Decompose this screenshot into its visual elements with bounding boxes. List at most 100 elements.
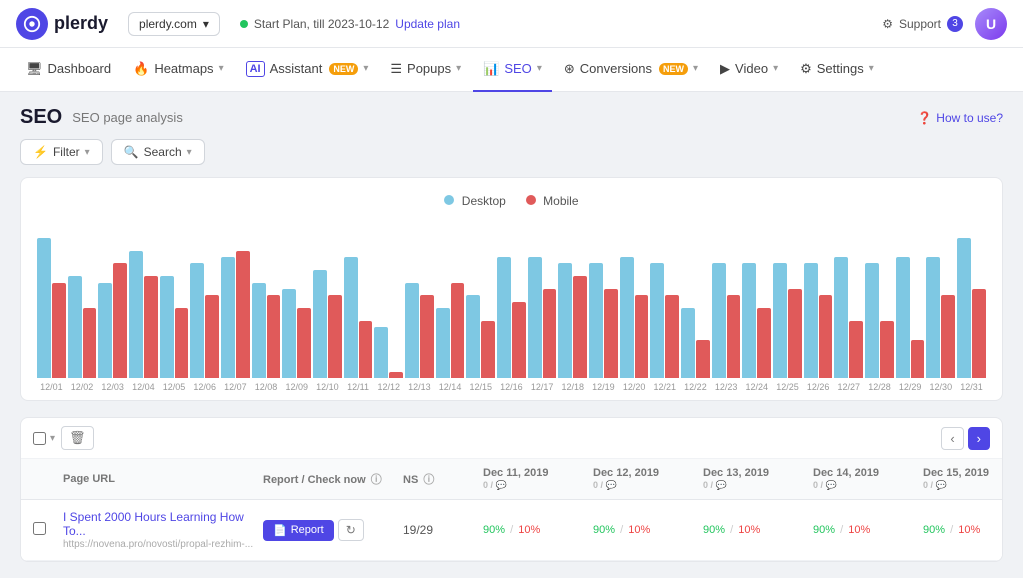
chart-container: Desktop Mobile 12/0112/0212/0312/0412/05… <box>20 177 1003 401</box>
avatar[interactable]: U <box>975 8 1007 40</box>
nav-item-settings[interactable]: ⚙ Settings ▾ <box>790 48 884 92</box>
bar-mobile <box>696 340 710 378</box>
chart-x-label: 12/26 <box>804 382 833 392</box>
bar-mobile <box>635 295 649 378</box>
mobile-legend-dot <box>526 195 536 205</box>
prev-page-button[interactable]: ‹ <box>941 427 963 450</box>
bar-desktop <box>896 257 910 378</box>
refresh-icon: ↻ <box>346 523 356 537</box>
bar-desktop <box>313 270 327 378</box>
chart-col <box>865 263 894 378</box>
checkbox-chevron[interactable]: ▾ <box>50 433 55 444</box>
chart-col <box>620 257 649 378</box>
bar-desktop <box>804 263 818 378</box>
chevron-down-icon: ▾ <box>187 147 192 158</box>
bar-desktop <box>374 327 388 378</box>
chart-col <box>68 276 97 378</box>
info-icon-ns: ⓘ <box>423 474 434 486</box>
bar-desktop <box>712 263 726 378</box>
nav-label-assistant: Assistant <box>270 61 323 76</box>
bar-mobile <box>389 372 403 378</box>
row-checkbox[interactable] <box>33 522 46 535</box>
nav-item-seo[interactable]: 📊 SEO ▾ <box>473 48 552 92</box>
support-label: Support <box>899 17 941 31</box>
bar-desktop <box>957 238 971 378</box>
bar-mobile <box>420 295 434 378</box>
nav-label-dashboard: Dashboard <box>48 61 112 76</box>
bar-mobile <box>236 251 250 378</box>
next-page-button[interactable]: › <box>968 427 990 450</box>
nav-item-dashboard[interactable]: 🖥 Dashboard <box>16 48 121 92</box>
trash-icon: 🗑 <box>69 430 86 445</box>
bar-desktop <box>282 289 296 378</box>
table-container: ▾ 🗑 ‹ › Page URL Report / Check now ⓘ NS <box>20 417 1003 562</box>
row-report-cell: 📄 Report ↻ <box>263 519 403 541</box>
row-url-link[interactable]: I Spent 2000 Hours Learning How To... <box>63 510 263 538</box>
chart-col <box>98 263 127 378</box>
how-to-use-link[interactable]: ❓ How to use? <box>917 111 1003 125</box>
chart-x-label: 12/11 <box>344 382 373 392</box>
filter-button[interactable]: ⚡ Filter ▾ <box>20 139 103 165</box>
bar-desktop <box>37 238 51 378</box>
select-all-checkbox[interactable] <box>33 432 46 445</box>
bar-mobile <box>573 276 587 378</box>
bar-desktop <box>926 257 940 378</box>
bar-desktop <box>620 257 634 378</box>
chart-x-label: 12/15 <box>466 382 495 392</box>
nav-item-popups[interactable]: ☰ Popups ▾ <box>380 48 471 92</box>
search-button[interactable]: 🔍 Search ▾ <box>111 139 205 165</box>
domain-selector[interactable]: plerdy.com ▾ <box>128 12 220 36</box>
bar-mobile <box>665 295 679 378</box>
chart-col <box>160 276 189 378</box>
bar-desktop <box>68 276 82 378</box>
chart-x-label: 12/03 <box>98 382 127 392</box>
chart-col <box>742 263 771 378</box>
support-button[interactable]: ⚙ Support 3 <box>882 16 963 32</box>
nav-item-assistant[interactable]: AI Assistant NEW ▾ <box>236 48 379 92</box>
refresh-button[interactable]: ↻ <box>338 519 364 541</box>
chevron-down-icon: ▾ <box>363 63 368 74</box>
bar-desktop <box>650 263 664 378</box>
delete-button[interactable]: 🗑 <box>61 426 94 450</box>
nav-label-popups: Popups <box>407 61 451 76</box>
legend-desktop: Desktop <box>444 194 505 208</box>
update-plan-link[interactable]: Update plan <box>395 17 460 31</box>
question-icon: ❓ <box>917 111 932 125</box>
filter-label: Filter <box>53 145 80 159</box>
chart-x-label: 12/12 <box>374 382 403 392</box>
bar-mobile <box>481 321 495 378</box>
chart-x-label: 12/06 <box>190 382 219 392</box>
logo: plerdy <box>16 8 108 40</box>
chart-col <box>926 257 955 378</box>
bar-desktop <box>129 251 143 378</box>
chart-x-label: 12/16 <box>497 382 526 392</box>
chart-x-label: 12/20 <box>620 382 649 392</box>
row-date-2: 90% / 10% <box>593 524 703 536</box>
chart-legend: Desktop Mobile <box>37 194 986 208</box>
popups-icon: ☰ <box>390 61 402 77</box>
nav-label-video: Video <box>735 61 768 76</box>
nav-item-heatmaps[interactable]: 🔥 Heatmaps ▾ <box>123 48 233 92</box>
nav-item-video[interactable]: ▶ Video ▾ <box>710 48 788 92</box>
report-button[interactable]: 📄 Report <box>263 520 334 541</box>
document-icon: 📄 <box>273 524 287 537</box>
chart-col <box>681 308 710 378</box>
chart-col <box>252 283 281 378</box>
settings-icon: ⚙ <box>800 61 812 77</box>
chevron-down-icon: ▾ <box>85 147 90 158</box>
logo-text: plerdy <box>54 13 108 34</box>
row-url-sub: https://novena.pro/novosti/propal-rezhim… <box>63 539 263 550</box>
nav-label-heatmaps: Heatmaps <box>154 61 213 76</box>
bar-mobile <box>52 283 66 378</box>
chart-bars <box>37 218 986 378</box>
chart-x-label: 12/10 <box>313 382 342 392</box>
bar-desktop <box>497 257 511 378</box>
chart-col <box>374 327 403 378</box>
col-report-header: Report / Check now ⓘ <box>263 471 403 487</box>
row-ns-cell: 19/29 <box>403 523 483 537</box>
domain-value: plerdy.com <box>139 17 197 31</box>
bar-mobile <box>113 263 127 378</box>
bar-desktop <box>528 257 542 378</box>
video-icon: ▶ <box>720 61 730 77</box>
nav-item-conversions[interactable]: ⊛ Conversions NEW ▾ <box>554 48 708 92</box>
